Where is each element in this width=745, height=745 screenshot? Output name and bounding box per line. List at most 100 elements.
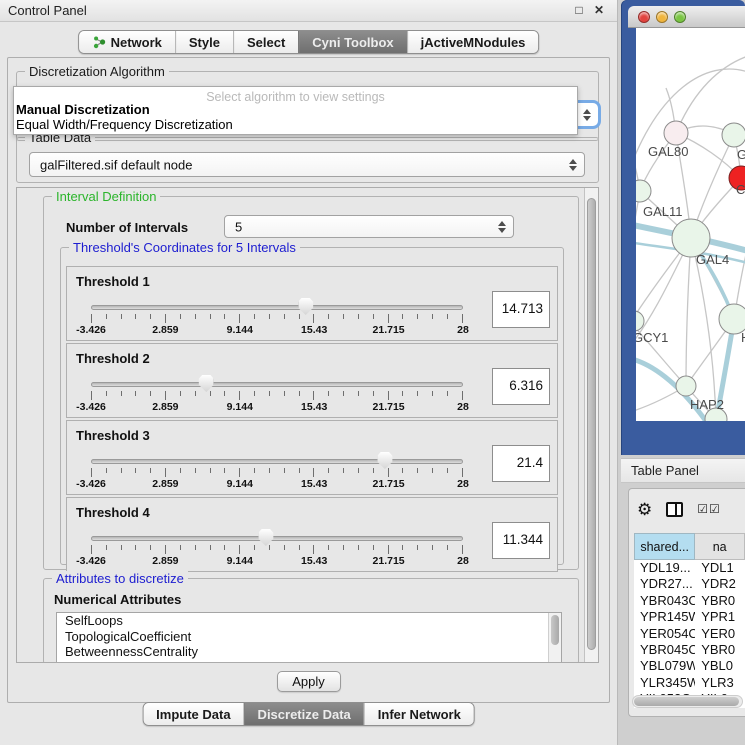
tab-network[interactable]: Network (79, 31, 175, 53)
slider-ticks (91, 391, 463, 400)
threshold-2-slider[interactable]: -3.426 2.859 9.144 15.43 21.715 28 (91, 376, 463, 416)
control-panel-title: Control Panel (8, 3, 87, 18)
table-row[interactable]: YDL19...YDL1 (634, 560, 745, 576)
combo-stepper-icon (583, 109, 591, 121)
slider-ticks (91, 468, 463, 477)
apply-button[interactable]: Apply (277, 671, 341, 692)
table-header-row: shared... na (634, 533, 745, 560)
list-item[interactable]: BetweennessCentrality (57, 644, 561, 660)
attributes-list-scrollbar[interactable] (548, 613, 561, 663)
top-tab-bar: Network Style Select Cyni Toolbox jActiv… (78, 30, 540, 54)
slider-track (91, 536, 463, 541)
table-row[interactable]: YDR27...YDR2 (634, 576, 745, 592)
cyni-toolbox-panel: Discretization Algorithm Table Data galF… (7, 57, 610, 703)
network-icon (92, 35, 106, 49)
number-of-intervals-label: Number of Intervals (66, 220, 188, 235)
attributes-to-discretize-group: Attributes to discretize Numerical Attri… (43, 578, 579, 663)
slider-ticks (91, 314, 463, 323)
zoom-traffic-light[interactable] (674, 11, 686, 23)
thresholds-group-title: Threshold's Coordinates for 5 Intervals (69, 240, 300, 255)
select-checkboxes-icon[interactable]: ☑☑ (697, 502, 721, 516)
popup-option-equal-width-frequency[interactable]: Equal Width/Frequency Discretization (14, 117, 577, 132)
table-panel-title: Table Panel (631, 463, 699, 478)
popup-option-manual-discretization[interactable]: Manual Discretization (14, 102, 577, 117)
column-header-name[interactable]: na (695, 533, 745, 560)
threshold-4-value-field[interactable]: 11.344 (492, 522, 550, 559)
table-panel-toolbar: ⚙ ☑☑ (633, 493, 745, 525)
table-data-selected-value: galFiltered.sif default node (40, 157, 192, 172)
attributes-group-title: Attributes to discretize (52, 571, 188, 586)
slider-track (91, 305, 463, 310)
threshold-2-label: Threshold 2 (76, 351, 150, 366)
slider-ticks (91, 545, 463, 554)
control-panel-titlebar: Control Panel □ ✕ (0, 0, 617, 22)
slider-thumb[interactable] (199, 375, 214, 392)
svg-text:GA: GA (737, 147, 745, 162)
bottom-tab-bar: Impute Data Discretize Data Infer Networ… (142, 702, 475, 726)
slider-track (91, 459, 463, 464)
tab-style[interactable]: Style (175, 31, 233, 53)
numerical-attributes-list[interactable]: SelfLoops TopologicalCoefficient Between… (56, 612, 562, 663)
node-attribute-table: shared... na YDL19...YDL1 YDR27...YDR2 Y… (634, 533, 745, 708)
threshold-4-slider[interactable]: -3.426 2.859 9.144 15.43 21.715 28 (91, 530, 463, 570)
thresholds-group: Threshold's Coordinates for 5 Intervals … (60, 247, 564, 565)
slider-tick-labels: -3.426 2.859 9.144 15.43 21.715 28 (91, 324, 463, 336)
numerical-attributes-label: Numerical Attributes (54, 592, 181, 607)
settings-scrollbar[interactable] (584, 188, 598, 662)
gear-icon[interactable]: ⚙ (637, 501, 652, 518)
slider-thumb[interactable] (298, 298, 313, 315)
table-row[interactable]: YPR145WYPR1 (634, 609, 745, 625)
tab-cyni-toolbox[interactable]: Cyni Toolbox (298, 31, 406, 53)
svg-text:GAL80: GAL80 (648, 144, 688, 159)
interval-definition-group-title: Interval Definition (52, 189, 160, 204)
tab-select[interactable]: Select (233, 31, 298, 53)
network-window-titlebar[interactable] (628, 6, 745, 28)
close-traffic-light[interactable] (638, 11, 650, 23)
number-of-intervals-combobox[interactable]: 5 (224, 215, 514, 238)
table-data-group: Table Data galFiltered.sif default node (16, 137, 599, 183)
close-window-icon[interactable]: ✕ (591, 2, 607, 18)
threshold-1-value-field[interactable]: 14.713 (492, 291, 550, 328)
tab-discretize-data[interactable]: Discretize Data (244, 703, 364, 725)
settings-scroll-area: Interval Definition Number of Intervals … (16, 187, 599, 663)
table-row[interactable]: YBR045CYBR0 (634, 642, 745, 658)
svg-text:GCY1: GCY1 (636, 330, 668, 345)
algorithm-dropdown-popup: Select algorithm to view settings Manual… (13, 86, 578, 135)
threshold-1-panel: Threshold 1 -3.426 2.859 9.144 15.43 21.… (66, 266, 558, 341)
float-window-icon[interactable]: □ (571, 2, 587, 18)
threshold-2-panel: Threshold 2 -3.426 2.859 9.144 15.43 21.… (66, 343, 558, 418)
tab-jactivemnodules[interactable]: jActiveMNodules (407, 31, 539, 53)
slider-thumb[interactable] (377, 452, 392, 469)
slider-tick-labels: -3.426 2.859 9.144 15.43 21.715 28 (91, 401, 463, 413)
slider-thumb[interactable] (258, 529, 273, 546)
table-data-combobox[interactable]: galFiltered.sif default node (29, 152, 585, 177)
columns-icon[interactable] (666, 502, 683, 517)
control-panel-window: Control Panel □ ✕ Network Style Select C… (0, 0, 618, 745)
node-hap2 (676, 376, 696, 396)
table-panel: ⚙ ☑☑ shared... na YDL19...YDL1 YDR27...Y… (628, 488, 745, 717)
table-row[interactable]: YLR345WYLR3 (634, 675, 745, 691)
network-view-window: GAL80 GA C GAL11 GAL4 GCY1 H HAP2 (621, 0, 745, 455)
table-row[interactable]: YER054CYER0 (634, 626, 745, 642)
threshold-3-label: Threshold 3 (76, 428, 150, 443)
tab-infer-network[interactable]: Infer Network (364, 703, 474, 725)
threshold-1-slider[interactable]: -3.426 2.859 9.144 15.43 21.715 28 (91, 299, 463, 339)
threshold-2-value-field[interactable]: 6.316 (492, 368, 550, 405)
threshold-3-slider[interactable]: -3.426 2.859 9.144 15.43 21.715 28 (91, 453, 463, 493)
column-header-shared-name[interactable]: shared... (634, 533, 695, 560)
list-item[interactable]: SelfLoops (57, 613, 561, 629)
list-item[interactable]: TopologicalCoefficient (57, 629, 561, 645)
svg-text:H: H (741, 330, 745, 345)
table-row[interactable]: YBR043CYBR0 (634, 593, 745, 609)
table-horizontal-scrollbar[interactable] (632, 695, 743, 708)
minimize-traffic-light[interactable] (656, 11, 668, 23)
network-canvas[interactable]: GAL80 GA C GAL11 GAL4 GCY1 H HAP2 (636, 28, 745, 421)
table-row[interactable]: YBL079WYBL0 (634, 658, 745, 674)
tab-impute-data[interactable]: Impute Data (143, 703, 243, 725)
threshold-3-value-field[interactable]: 21.4 (492, 445, 550, 482)
slider-tick-labels: -3.426 2.859 9.144 15.43 21.715 28 (91, 555, 463, 567)
threshold-4-label: Threshold 4 (76, 505, 150, 520)
popup-placeholder-item[interactable]: Select algorithm to view settings (14, 87, 577, 102)
svg-text:HAP2: HAP2 (690, 397, 724, 412)
threshold-1-label: Threshold 1 (76, 274, 150, 289)
